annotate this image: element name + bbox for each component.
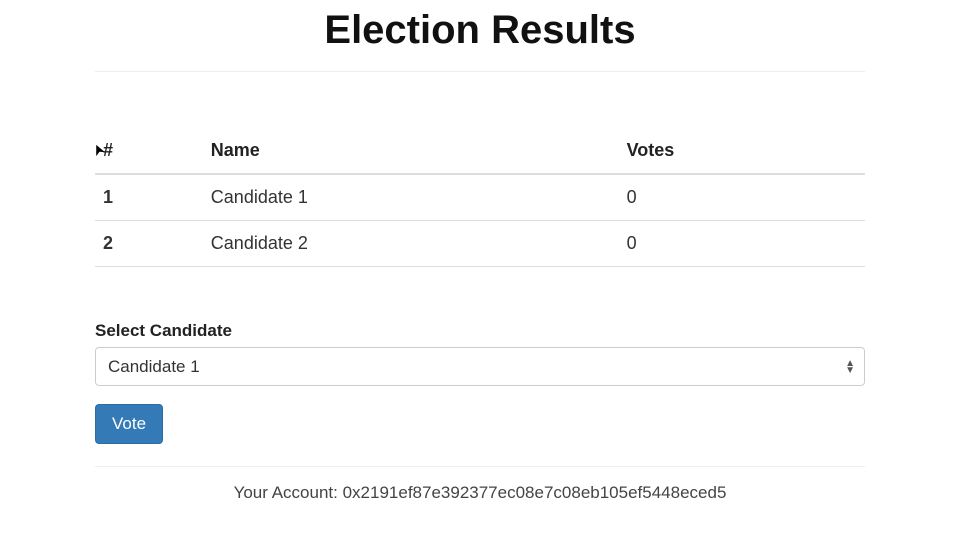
- divider-bottom: [95, 466, 865, 467]
- results-table: # Name Votes 1 Candidate 1 0 2 Candidate…: [95, 128, 865, 267]
- page-title: Election Results: [95, 8, 865, 53]
- cell-votes: 0: [619, 221, 865, 267]
- account-address: 0x2191ef87e392377ec08e7c08eb105ef5448ece…: [343, 483, 727, 502]
- results-table-wrap: # Name Votes 1 Candidate 1 0 2 Candidate…: [95, 128, 865, 267]
- account-line: Your Account: 0x2191ef87e392377ec08e7c08…: [95, 483, 865, 503]
- vote-form: Select Candidate Candidate 1 Candidate 2…: [95, 321, 865, 444]
- col-header-votes: Votes: [619, 128, 865, 174]
- cell-id: 2: [95, 221, 203, 267]
- table-row: 1 Candidate 1 0: [95, 174, 865, 221]
- table-row: 2 Candidate 2 0: [95, 221, 865, 267]
- col-header-name: Name: [203, 128, 619, 174]
- cell-name: Candidate 1: [203, 174, 619, 221]
- cell-votes: 0: [619, 174, 865, 221]
- col-header-id: #: [95, 128, 203, 174]
- cell-id: 1: [95, 174, 203, 221]
- account-prefix: Your Account:: [234, 483, 343, 502]
- candidate-select[interactable]: Candidate 1 Candidate 2: [95, 347, 865, 386]
- vote-button[interactable]: Vote: [95, 404, 163, 444]
- cell-name: Candidate 2: [203, 221, 619, 267]
- select-candidate-label: Select Candidate: [95, 321, 865, 341]
- divider-top: [95, 71, 865, 72]
